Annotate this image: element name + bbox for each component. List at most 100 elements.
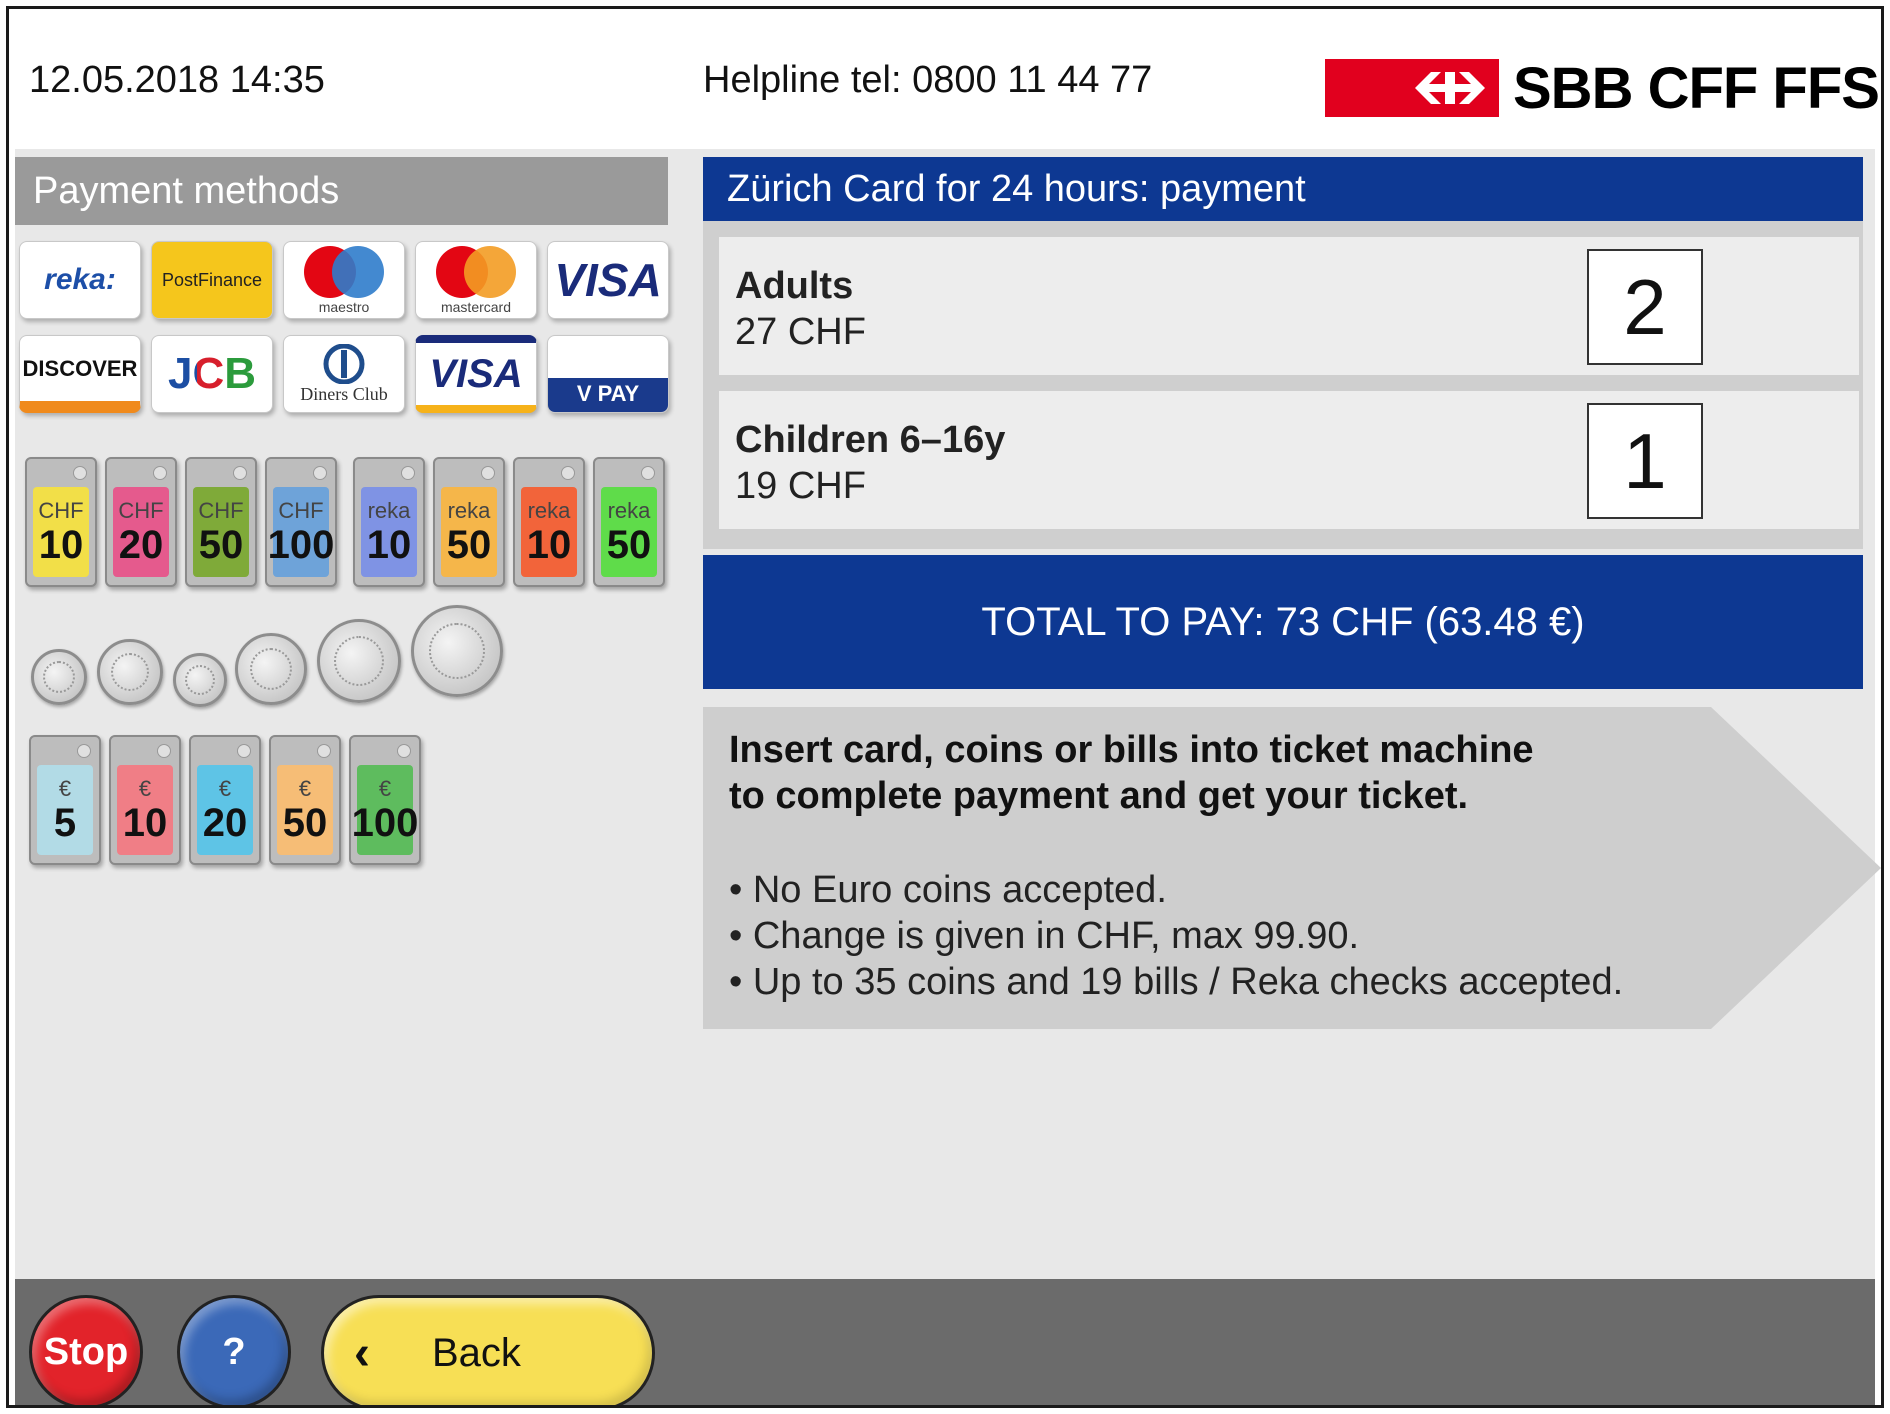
stop-button[interactable]: Stop: [29, 1295, 143, 1405]
note-value: 10: [366, 523, 412, 567]
note-face: € 20: [197, 765, 253, 855]
note-item: • No Euro coins accepted.: [729, 869, 1167, 911]
reka-50-green-note: reka 50: [593, 457, 665, 587]
back-label: Back: [431, 1330, 521, 1375]
mastercard-card-logo: mastercard: [415, 241, 537, 319]
children-quantity[interactable]: 1: [1587, 403, 1703, 519]
note-item: • Up to 35 coins and 19 bills / Reka che…: [729, 961, 1624, 1003]
note-currency: €: [298, 776, 312, 801]
note-currency: €: [378, 776, 392, 801]
note-currency: CHF: [38, 498, 84, 523]
sbb-logo: SBB CFF FFS: [1325, 55, 1880, 121]
reka-card-logo: reka:: [19, 241, 141, 319]
note-face: reka 10: [361, 487, 417, 577]
help-button[interactable]: ?: [177, 1295, 291, 1405]
chf-10-note: CHF 10: [25, 457, 97, 587]
instruction-line-2: to complete payment and get your ticket.: [729, 775, 1469, 817]
children-price: 19 CHF: [735, 465, 866, 507]
note-face: reka 10: [521, 487, 577, 577]
note-value: 10: [38, 523, 84, 567]
note-currency: reka: [367, 498, 411, 523]
main-content: Payment methods reka: PostFinance maestr…: [15, 149, 1881, 1279]
visa-card-logo: VISA: [547, 241, 669, 319]
note-slot-indicator: [317, 744, 331, 758]
note-face: € 100: [352, 765, 418, 855]
note-slot-indicator: [481, 466, 495, 480]
note-value: 10: [122, 801, 168, 845]
note-value: 5: [53, 801, 77, 845]
v-pay-card-logo: V PAY: [547, 335, 669, 413]
note-value: 100: [351, 801, 419, 845]
instruction-line-1: Insert card, coins or bills into ticket …: [729, 729, 1534, 771]
euro-20-note: € 20: [189, 735, 261, 865]
note-currency: €: [218, 776, 232, 801]
note-value: 20: [118, 523, 164, 567]
coin-icon: [317, 619, 401, 703]
visa-electron-card-logo: VISA: [415, 335, 537, 413]
note-currency: CHF: [278, 498, 324, 523]
note-face: CHF 100: [268, 487, 334, 577]
payment-instructions: Insert card, coins or bills into ticket …: [703, 707, 1881, 1029]
payment-methods-title: Payment methods: [15, 157, 668, 225]
note-face: CHF 50: [193, 487, 249, 577]
note-slot-indicator: [561, 466, 575, 480]
diners-club-card-logo: Diners Club: [283, 335, 405, 413]
note-slot-indicator: [313, 466, 327, 480]
note-slot-indicator: [237, 744, 251, 758]
chevron-left-icon: ‹: [354, 1326, 370, 1380]
chf-50-note: CHF 50: [185, 457, 257, 587]
datetime: 12.05.2018 14:35: [29, 59, 325, 101]
euro-100-note: € 100: [349, 735, 421, 865]
reka-10-note: reka 10: [353, 457, 425, 587]
note-slot-indicator: [401, 466, 415, 480]
adults-quantity[interactable]: 2: [1587, 249, 1703, 365]
postfinance-card-logo: PostFinance: [151, 241, 273, 319]
instruction-notes: • No Euro coins accepted. • Change is gi…: [729, 867, 1623, 1005]
maestro-card-logo: maestro: [283, 241, 405, 319]
note-slot-indicator: [153, 466, 167, 480]
note-face: CHF 10: [33, 487, 89, 577]
total-to-pay: TOTAL TO PAY: 73 CHF (63.48 €): [703, 555, 1863, 689]
note-face: € 10: [117, 765, 173, 855]
note-currency: reka: [527, 498, 571, 523]
note-face: € 5: [37, 765, 93, 855]
note-value: 50: [282, 801, 328, 845]
note-currency: CHF: [198, 498, 244, 523]
note-slot-indicator: [157, 744, 171, 758]
note-slot-indicator: [397, 744, 411, 758]
note-value: 50: [198, 523, 244, 567]
children-label: Children 6–16y: [735, 419, 1006, 461]
note-slot-indicator: [641, 466, 655, 480]
note-currency: €: [138, 776, 152, 801]
euro-5-note: € 5: [29, 735, 101, 865]
reka-10-red-note: reka 10: [513, 457, 585, 587]
adults-price: 27 CHF: [735, 311, 866, 353]
note-currency: €: [58, 776, 72, 801]
diners-club-icon: [323, 343, 365, 384]
note-value: 50: [446, 523, 492, 567]
adults-row: Adults 27 CHF 2: [719, 237, 1859, 375]
jcb-card-logo: JCB: [151, 335, 273, 413]
note-value: 10: [526, 523, 572, 567]
note-face: reka 50: [441, 487, 497, 577]
note-slot-indicator: [73, 466, 87, 480]
sbb-logo-text: SBB CFF FFS: [1513, 55, 1880, 121]
euro-50-note: € 50: [269, 735, 341, 865]
note-currency: CHF: [118, 498, 164, 523]
bottom-action-bar: Stop ? ‹ Back: [15, 1279, 1875, 1405]
page-title: Zürich Card for 24 hours: payment: [703, 157, 1863, 221]
ticket-machine-screen: 12.05.2018 14:35 Helpline tel: 0800 11 4…: [6, 6, 1884, 1408]
reka-50-note: reka 50: [433, 457, 505, 587]
coin-icon: [97, 639, 163, 705]
help-label: ?: [222, 1330, 246, 1373]
children-row: Children 6–16y 19 CHF 1: [719, 391, 1859, 529]
discover-card-logo: DISCOVER: [19, 335, 141, 413]
note-slot-indicator: [77, 744, 91, 758]
ticket-quantities: Adults 27 CHF 2 Children 6–16y 19 CHF 1: [703, 221, 1863, 549]
adults-label: Adults: [735, 265, 854, 307]
coin-icon: [411, 605, 503, 697]
note-value: 100: [267, 523, 335, 567]
back-button[interactable]: ‹ Back: [321, 1295, 655, 1405]
note-currency: reka: [447, 498, 491, 523]
maestro-icon: [304, 246, 384, 298]
